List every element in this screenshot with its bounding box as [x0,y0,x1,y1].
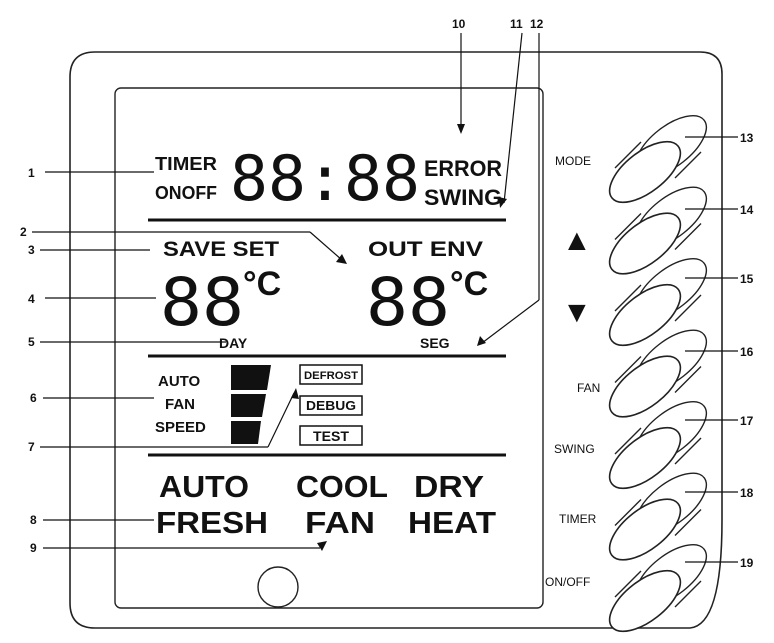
mode-cool-label: COOL [296,469,388,504]
seg-label: SEG [420,335,450,351]
callout-12: 12 [530,17,544,31]
swing-button-label: SWING [554,442,595,456]
mode-button[interactable] [600,104,717,213]
callout-19: 19 [740,556,754,570]
callout-7: 7 [28,440,35,454]
debug-label: DEBUG [306,398,356,413]
temp-right-unit: °C [450,265,488,303]
callout-10: 10 [452,17,466,31]
callout-2: 2 [20,225,27,239]
mode-fresh-label: FRESH [156,505,268,540]
callout-14: 14 [740,203,754,217]
test-label: TEST [313,428,349,444]
callout-9: 9 [30,541,37,555]
callout-8: 8 [30,513,37,527]
timer-label: TIMER [155,154,217,174]
defrost-label: DEFROST [304,370,358,382]
onoff-label: ONOFF [155,183,217,203]
down-arrow-icon: ▼ [562,296,592,329]
timer-button-label: TIMER [559,512,597,526]
controller-diagram: TIMER ONOFF 88:88 ERROR SWING SAVE SET O… [20,17,754,633]
fan-speed-bar-low [231,421,261,444]
fan-speed-bar-high [231,365,271,390]
callout-3: 3 [28,243,35,257]
callout-5: 5 [28,335,35,349]
up-arrow-icon: ▲ [562,224,592,257]
save-set-label: SAVE SET [163,238,279,261]
callout-4: 4 [28,292,35,306]
fan-speed-bar-mid [231,394,266,417]
error-label: ERROR [424,156,502,181]
mode-button-label: MODE [555,154,591,168]
callout-15: 15 [740,272,754,286]
mode-auto-label: AUTO [159,469,249,504]
swing-label: SWING [424,185,502,210]
callout-16: 16 [740,345,754,359]
sensor-circle [257,566,299,608]
callout-17: 17 [740,414,754,428]
temp-right-digits: 88 [366,264,450,341]
callout-13: 13 [740,131,754,145]
temp-left-digits: 88 [160,264,244,341]
fan-fan-label: FAN [165,396,195,413]
fan-button-label: FAN [577,381,600,395]
mode-fan-label: FAN [305,505,375,540]
button-group [600,104,738,633]
callout-1: 1 [28,166,35,180]
out-env-label: OUT ENV [368,238,483,261]
callout-6: 6 [30,391,37,405]
onoff-button-label: ON/OFF [545,575,590,589]
callout-18: 18 [740,486,754,500]
callout-11: 11 [510,17,523,31]
mode-dry-label: DRY [414,469,484,504]
day-label: DAY [219,335,248,351]
fan-auto-label: AUTO [158,373,201,390]
fan-speed-label: SPEED [155,419,206,436]
temp-left-unit: °C [243,265,281,303]
mode-heat-label: HEAT [408,505,496,540]
clock-digits: 88:88 [230,142,420,215]
